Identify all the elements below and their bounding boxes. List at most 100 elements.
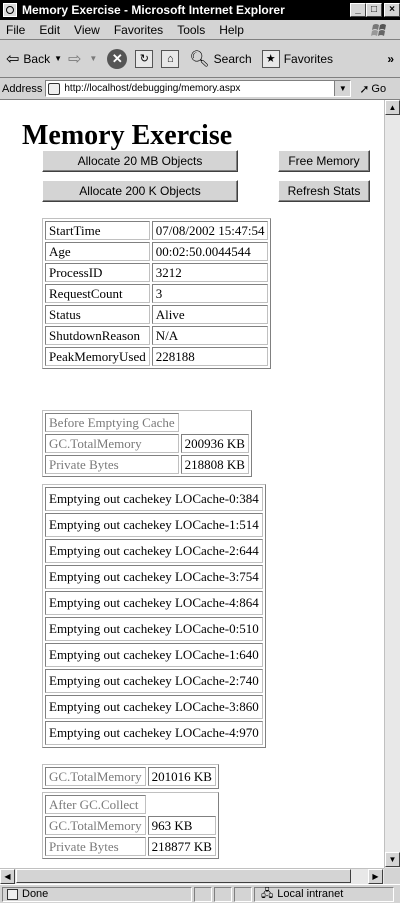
favorites-label: Favorites <box>283 51 334 66</box>
address-label: Address <box>2 82 43 95</box>
home-icon[interactable]: ⌂ <box>161 49 180 68</box>
private-bytes-value: 218877 KB <box>147 837 216 856</box>
go-button[interactable]: ➚ Go <box>359 82 386 96</box>
status-panel <box>234 886 252 902</box>
page-content: Memory Exercise Allocate 20 MB Objects F… <box>0 100 384 868</box>
search-label: Search <box>213 51 252 66</box>
maximize-icon[interactable]: □ <box>366 3 382 17</box>
status-panel <box>214 886 232 902</box>
ie-app-icon <box>3 3 17 17</box>
cache-log-line: Emptying out cachekey LOCache-3:860 <box>45 695 263 719</box>
stat-label: StartTime <box>45 221 150 240</box>
back-label: Back <box>23 51 51 66</box>
back-button[interactable]: ⇦ Back ▼ <box>6 49 62 69</box>
menu-tools[interactable]: Tools <box>177 23 205 37</box>
stat-label: RequestCount <box>45 284 150 303</box>
address-bar: Address http://localhost/debugging/memor… <box>0 78 400 100</box>
refresh-stats-button[interactable]: Refresh Stats <box>278 180 370 202</box>
search-button[interactable]: 🔍︎ Search <box>189 49 251 69</box>
security-zone-panel: 🖧 Local intranet <box>254 886 394 902</box>
gc-total-value: 963 KB <box>147 816 216 835</box>
menu-favorites[interactable]: Favorites <box>114 23 163 37</box>
menu-help[interactable]: Help <box>219 23 244 37</box>
gc-total-value: 201016 KB <box>147 767 216 786</box>
window-title: Memory Exercise - Microsoft Internet Exp… <box>22 3 285 17</box>
status-panel <box>194 886 212 902</box>
table-row: Private Bytes 218877 KB <box>45 837 216 856</box>
table-row: After GC.Collect <box>45 795 216 814</box>
scroll-right-icon[interactable]: ▶ <box>368 869 383 884</box>
forward-button[interactable]: ⇨ ▼ <box>68 49 97 69</box>
table-row: Emptying out cachekey LOCache-3:860 <box>45 695 263 719</box>
address-input[interactable]: http://localhost/debugging/memory.aspx ▼ <box>45 80 352 97</box>
status-text-panel: Done <box>2 886 192 902</box>
toolbar-overflow-icon[interactable]: » <box>387 52 394 66</box>
cache-log-line: Emptying out cachekey LOCache-4:970 <box>45 721 263 745</box>
status-bar: Done 🖧 Local intranet <box>0 884 400 903</box>
table-row: StartTime 07/08/2002 15:47:54 <box>45 221 269 240</box>
table-row: Emptying out cachekey LOCache-3:754 <box>45 565 263 589</box>
scroll-up-icon[interactable]: ▲ <box>385 100 400 115</box>
allocate-20mb-button[interactable]: Allocate 20 MB Objects <box>42 150 238 172</box>
cache-log-line: Emptying out cachekey LOCache-1:514 <box>45 513 263 537</box>
stat-value: N/A <box>151 326 269 345</box>
go-arrow-icon: ➚ <box>359 81 370 96</box>
close-icon[interactable]: × <box>384 3 400 17</box>
stop-icon[interactable]: ✕ <box>107 48 128 69</box>
after-empty-table: GC.TotalMemory 201016 KB <box>42 764 219 789</box>
refresh-icon[interactable]: ↻ <box>135 49 154 68</box>
status-text: Done <box>22 888 49 900</box>
search-icon: 🔍︎ <box>189 50 210 68</box>
cache-log-line: Emptying out cachekey LOCache-2:740 <box>45 669 263 693</box>
forward-arrow-icon: ⇨ <box>68 50 82 68</box>
table-row: ProcessID 3212 <box>45 263 269 282</box>
minimize-icon[interactable]: _ <box>350 3 366 17</box>
allocate-200k-button[interactable]: Allocate 200 K Objects <box>42 180 238 202</box>
scroll-down-icon[interactable]: ▼ <box>385 852 400 867</box>
table-row: Private Bytes 218808 KB <box>45 455 249 474</box>
stat-label: ShutdownReason <box>45 326 150 345</box>
after-collect-table: After GC.Collect GC.TotalMemory 963 KB P… <box>42 792 219 859</box>
menu-file[interactable]: File <box>6 23 25 37</box>
stat-value: 3 <box>151 284 269 303</box>
cache-log-line: Emptying out cachekey LOCache-0:510 <box>45 617 263 641</box>
stat-label: Age <box>45 242 150 261</box>
navigation-toolbar: ⇦ Back ▼ ⇨ ▼ ✕ ↻ ⌂ 🔍︎ Search ★ Favorites… <box>0 40 400 78</box>
vertical-scrollbar[interactable]: ▲ ▼ <box>384 100 400 868</box>
after-collect-heading: After GC.Collect <box>45 795 146 814</box>
free-memory-button[interactable]: Free Memory <box>278 150 370 172</box>
private-bytes-value: 218808 KB <box>180 455 249 474</box>
menu-edit[interactable]: Edit <box>39 23 60 37</box>
go-label: Go <box>371 82 387 95</box>
stat-value: Alive <box>151 305 269 324</box>
table-row: Status Alive <box>45 305 269 324</box>
star-icon: ★ <box>261 49 280 68</box>
back-arrow-icon: ⇦ <box>6 50 20 68</box>
cache-log-table: Emptying out cachekey LOCache-0:384 Empty… <box>42 484 266 748</box>
table-row: Emptying out cachekey LOCache-2:740 <box>45 669 263 693</box>
stat-value: 00:02:50.0044544 <box>151 242 269 261</box>
stat-label: Status <box>45 305 150 324</box>
scroll-left-icon[interactable]: ◀ <box>0 869 15 884</box>
table-row: Emptying out cachekey LOCache-4:864 <box>45 591 263 615</box>
stat-value: 07/08/2002 15:47:54 <box>151 221 269 240</box>
stats-table: StartTime 07/08/2002 15:47:54 Age 00:02:50.… <box>42 218 272 369</box>
table-row: Emptying out cachekey LOCache-2:644 <box>45 539 263 563</box>
horizontal-scrollbar[interactable]: ◀ ▶ <box>0 868 384 884</box>
table-row: Emptying out cachekey LOCache-0:384 <box>45 487 263 511</box>
private-bytes-label: Private Bytes <box>45 837 146 856</box>
stat-value: 228188 <box>151 347 269 366</box>
horizontal-scroll-thumb[interactable] <box>16 869 351 883</box>
before-cache-heading: Before Emptying Cache <box>45 413 179 432</box>
address-url: http://localhost/debugging/memory.aspx <box>64 83 241 94</box>
favorites-button[interactable]: ★ Favorites <box>261 49 334 68</box>
chevron-down-icon: ▼ <box>54 54 63 63</box>
before-cache-table: Before Emptying Cache GC.TotalMemory 200… <box>42 410 252 477</box>
cache-log-line: Emptying out cachekey LOCache-1:640 <box>45 643 263 667</box>
page-title: Memory Exercise <box>22 120 233 151</box>
table-row: RequestCount 3 <box>45 284 269 303</box>
window-title-bar: Memory Exercise - Microsoft Internet Exp… <box>0 0 400 20</box>
chevron-down-icon[interactable]: ▼ <box>334 81 351 96</box>
cache-log-line: Emptying out cachekey LOCache-3:754 <box>45 565 263 589</box>
menu-view[interactable]: View <box>74 23 100 37</box>
